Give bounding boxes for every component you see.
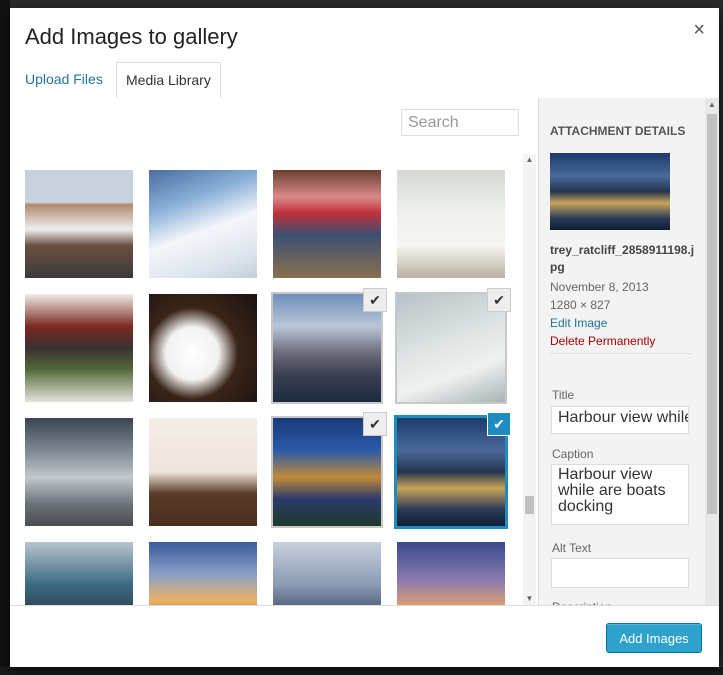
tab-bar: Upload Files Media Library xyxy=(10,62,719,100)
thumbnail-hong-kong-night[interactable]: ✔ xyxy=(271,412,387,528)
thumbnail-second-cup-coffee[interactable] xyxy=(149,294,257,402)
thumbnail-rocky-shore[interactable] xyxy=(273,542,381,605)
modal-toolbar: Add Images xyxy=(10,605,719,667)
thumbnail-hikers-in-snow[interactable] xyxy=(149,170,257,278)
thumbnail-birds-on-antenna[interactable]: ✔ xyxy=(395,288,511,404)
check-icon[interactable]: ✔ xyxy=(363,288,387,312)
scroll-up-icon[interactable]: ▲ xyxy=(705,100,719,112)
edit-image-link[interactable]: Edit Image xyxy=(550,316,700,330)
thumbnail-animal-figurines[interactable] xyxy=(149,418,257,526)
modal-title: Add Images to gallery xyxy=(25,24,238,49)
check-icon[interactable]: ✔ xyxy=(487,412,511,436)
thumbnail-harbour-view[interactable]: ✔ xyxy=(394,412,511,529)
attachment-date: November 8, 2013 xyxy=(550,280,649,294)
thumbnail-stack-of-books[interactable] xyxy=(25,294,133,402)
add-images-button[interactable]: Add Images xyxy=(606,623,702,653)
thumbnail-city-skyline-dusk[interactable]: ✔ xyxy=(271,288,387,404)
close-icon[interactable]: × xyxy=(693,20,705,40)
search-input[interactable] xyxy=(401,109,519,136)
scroll-up-icon[interactable]: ▲ xyxy=(523,154,536,166)
thumbnail-bridge-light-trails[interactable] xyxy=(25,542,133,605)
divider xyxy=(550,353,692,354)
media-modal: Add Images to gallery × Upload Files Med… xyxy=(10,8,719,667)
attachment-details-panel: ATTACHMENT DETAILS trey_ratcliff_2858911… xyxy=(538,98,719,614)
sidebar-scrollbar[interactable]: ▲ xyxy=(705,98,719,605)
scrollbar-thumb[interactable] xyxy=(707,114,717,514)
admin-sidebar-backdrop xyxy=(0,0,10,675)
thumbnail-sunset-sea[interactable] xyxy=(149,542,257,605)
thumbnail-coffee-book-headphones[interactable] xyxy=(397,170,505,278)
attachment-dimensions: 1280 × 827 xyxy=(550,298,611,312)
grid-scrollbar[interactable]: ▲ ▼ xyxy=(523,154,536,605)
thumbnail-louvre-pyramid[interactable] xyxy=(25,418,133,526)
thumbnail-couple-on-bench-balloon[interactable] xyxy=(273,170,381,278)
media-browser: ✔ ✔ ✔ ✔ xyxy=(10,98,538,605)
thumbnail-man-with-bicycle[interactable] xyxy=(25,170,133,278)
check-icon[interactable]: ✔ xyxy=(487,288,511,312)
tab-upload-files[interactable]: Upload Files xyxy=(25,62,103,97)
scroll-down-icon[interactable]: ▼ xyxy=(523,593,536,605)
thumbnail-pier-sunset[interactable] xyxy=(397,542,505,605)
tab-media-library[interactable]: Media Library xyxy=(116,62,221,100)
alt-text-label: Alt Text xyxy=(552,541,592,555)
page-backdrop-bottom xyxy=(0,667,723,675)
title-field[interactable]: Harbour view while are boats docking xyxy=(551,406,689,434)
delete-permanently-link[interactable]: Delete Permanently xyxy=(550,334,700,348)
alt-text-field[interactable] xyxy=(551,558,689,588)
attachment-details-heading: ATTACHMENT DETAILS xyxy=(550,124,686,138)
caption-label: Caption xyxy=(552,447,594,461)
title-label: Title xyxy=(552,388,575,402)
check-icon[interactable]: ✔ xyxy=(363,412,387,436)
caption-field[interactable]: Harbour view while are boats docking xyxy=(551,464,689,525)
attachment-preview-image xyxy=(550,153,670,230)
attachments-grid: ✔ ✔ ✔ ✔ xyxy=(10,154,520,605)
scrollbar-thumb[interactable] xyxy=(525,496,534,514)
attachment-filename: trey_ratcliff_2858911198.jpg xyxy=(550,243,695,274)
